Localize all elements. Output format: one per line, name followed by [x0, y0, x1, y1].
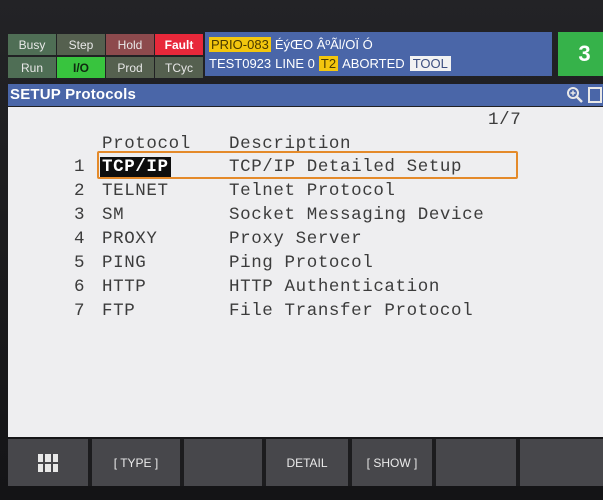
list-item[interactable]: 4 PROXY Proxy Server: [8, 229, 603, 251]
f5-key[interactable]: [436, 439, 516, 486]
f3-detail-key[interactable]: DETAIL: [266, 439, 348, 486]
page-indicator: 1/7: [488, 110, 522, 130]
protocol-description: HTTP Authentication: [229, 277, 440, 297]
row-number: 6: [74, 277, 86, 297]
io-indicator: I/O: [57, 57, 105, 78]
window-layout-icon[interactable]: [588, 87, 602, 103]
hold-indicator: Hold: [106, 34, 154, 55]
busy-indicator: Busy: [8, 34, 56, 55]
tcyc-indicator: TCyc: [155, 57, 203, 78]
step-indicator: Step: [57, 34, 105, 55]
protocol-description: Socket Messaging Device: [229, 205, 485, 225]
protocol-description: Proxy Server: [229, 229, 363, 249]
row-number: 5: [74, 253, 86, 273]
protocol-name[interactable]: FTP: [100, 301, 137, 321]
row-number: 2: [74, 181, 86, 201]
mode-badge: T2: [318, 55, 339, 71]
row-number: 7: [74, 301, 86, 321]
zoom-in-icon[interactable]: [566, 86, 584, 104]
protocol-list-screen: 1/7 Protocol Description 1 TCP/IP TCP/IP…: [8, 107, 603, 437]
selection-highlight-box: [97, 151, 518, 179]
list-item[interactable]: 3 SM Socket Messaging Device: [8, 205, 603, 227]
protocol-name[interactable]: TELNET: [100, 181, 171, 201]
list-item[interactable]: 7 FTP File Transfer Protocol: [8, 301, 603, 323]
prod-indicator: Prod: [106, 57, 154, 78]
program-state: ABORTED: [342, 55, 405, 71]
next-key[interactable]: [520, 439, 603, 486]
protocol-name[interactable]: PROXY: [100, 229, 160, 249]
fault-indicator: Fault: [155, 34, 203, 55]
list-item[interactable]: 2 TELNET Telnet Protocol: [8, 181, 603, 203]
protocol-name[interactable]: PING: [100, 253, 148, 273]
frame-badge: TOOL: [409, 55, 451, 71]
program-status-line: TEST0923 LINE 0 T2 ABORTED TOOL: [209, 54, 451, 72]
f2-key[interactable]: [184, 439, 262, 486]
program-line: LINE 0: [275, 55, 315, 71]
row-number: 4: [74, 229, 86, 249]
function-key-bar: [ TYPE ] DETAIL [ SHOW ]: [8, 439, 603, 486]
screen-title-bar: SETUP Protocols: [8, 84, 603, 106]
status-bar: Busy Step Hold Fault Run I/O Prod TCyc P…: [8, 32, 603, 80]
f4-show-key[interactable]: [ SHOW ]: [352, 439, 432, 486]
run-indicator: Run: [8, 57, 56, 78]
f1-type-key[interactable]: [ TYPE ]: [92, 439, 180, 486]
protocol-description: File Transfer Protocol: [229, 301, 474, 321]
alarm-line: PRIO-083 ÉýŒO ÂºÃl/OÏ Ó: [209, 35, 373, 53]
protocol-description: Telnet Protocol: [229, 181, 396, 201]
alarm-message-panel: PRIO-083 ÉýŒO ÂºÃl/OÏ Ó TEST0923 LINE 0 …: [205, 32, 552, 76]
grid-icon: [38, 453, 58, 472]
list-item[interactable]: 5 PING Ping Protocol: [8, 253, 603, 275]
row-number: 1: [74, 157, 86, 177]
row-number: 3: [74, 205, 86, 225]
page-title: SETUP Protocols: [10, 86, 137, 103]
menu-key[interactable]: [8, 439, 88, 486]
program-name: TEST0923: [209, 55, 272, 71]
protocol-name[interactable]: SM: [100, 205, 126, 225]
protocol-name[interactable]: HTTP: [100, 277, 148, 297]
alarm-code: PRIO-083: [209, 36, 271, 52]
step-count-button[interactable]: 3: [558, 32, 603, 76]
alarm-text: ÉýŒO ÂºÃl/OÏ Ó: [274, 36, 373, 52]
protocol-description: Ping Protocol: [229, 253, 374, 273]
list-item[interactable]: 6 HTTP HTTP Authentication: [8, 277, 603, 299]
